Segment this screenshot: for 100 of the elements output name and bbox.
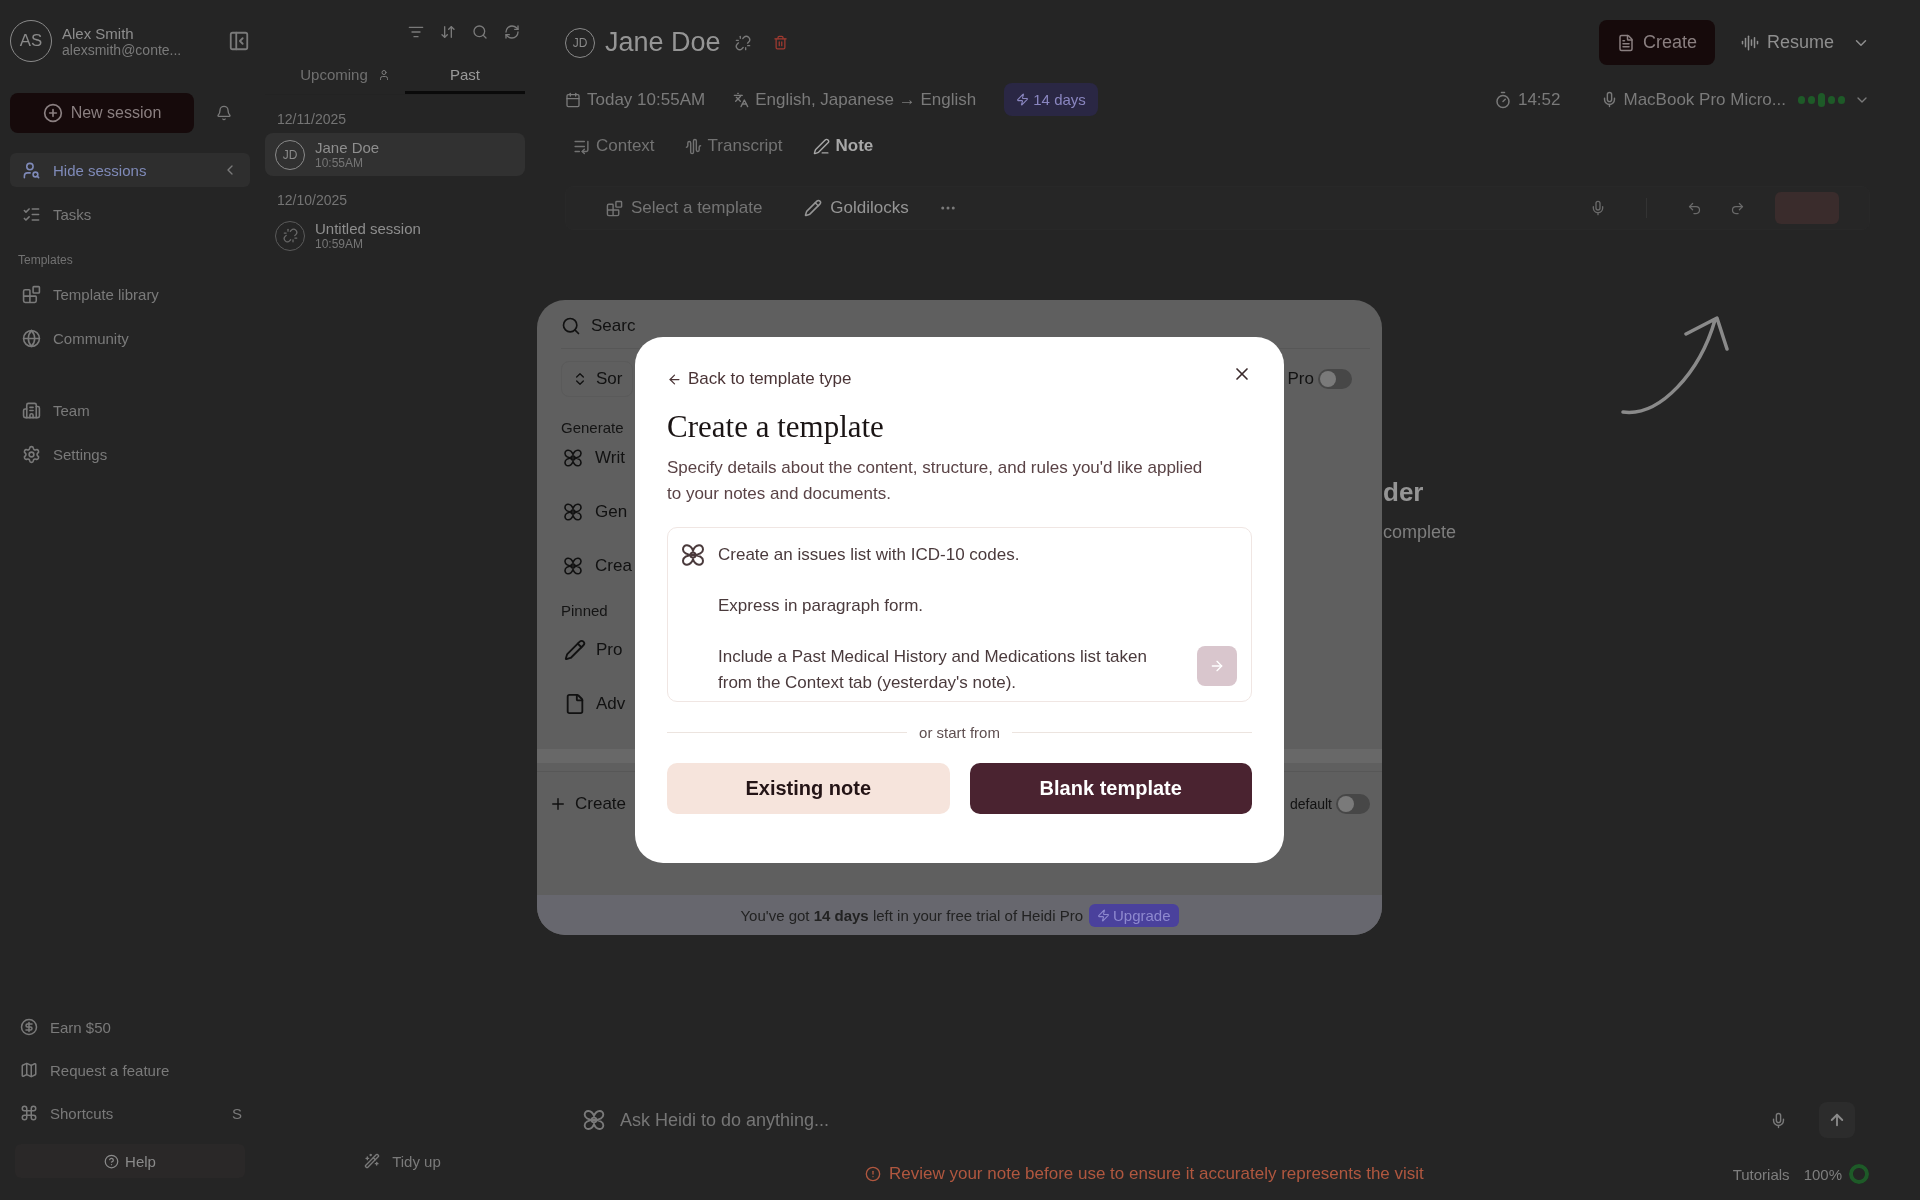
pro-toggle[interactable] xyxy=(1318,369,1352,389)
search-field[interactable]: Searc xyxy=(591,316,636,336)
template-select[interactable]: Select a template xyxy=(596,194,773,222)
tutorials-link[interactable]: Tutorials xyxy=(1732,1165,1790,1183)
dialog-title: Create a template xyxy=(667,409,885,445)
session-item[interactable]: JD Jane Doe 10:55AM xyxy=(265,133,525,176)
existing-note-button[interactable]: Existing note xyxy=(667,763,950,814)
resume-button[interactable]: Resume xyxy=(1728,20,1846,65)
blank-template-button[interactable]: Blank template xyxy=(969,763,1252,814)
section-heading: Generate xyxy=(561,419,624,436)
pen-icon xyxy=(812,137,830,155)
create-template-link[interactable]: Create xyxy=(575,794,627,814)
file-icon xyxy=(564,693,586,715)
account-name[interactable]: Alex Smith xyxy=(62,24,218,42)
language-setting[interactable]: English, Japanese → English xyxy=(733,89,977,110)
broken-link-icon[interactable] xyxy=(734,34,751,51)
microphone-icon[interactable] xyxy=(1590,200,1606,216)
timer-icon xyxy=(1493,90,1512,109)
send-button[interactable] xyxy=(1819,1102,1855,1138)
default-toggle[interactable] xyxy=(1336,794,1370,814)
arrow-right-icon xyxy=(1209,658,1225,674)
session-item[interactable]: Untitled session 10:59AM xyxy=(265,214,525,257)
sort-icon[interactable] xyxy=(440,24,456,40)
new-session-button[interactable]: New session xyxy=(10,93,194,133)
filter-icon[interactable] xyxy=(408,24,424,40)
session-tab[interactable]: Past xyxy=(405,58,525,94)
undo-icon[interactable] xyxy=(1687,200,1702,216)
nav-item[interactable]: Template library xyxy=(10,277,250,311)
shortcut-key: S xyxy=(232,1104,242,1122)
nav-item[interactable]: Hide sessions xyxy=(10,153,250,187)
pencil-icon xyxy=(804,199,823,217)
globe-icon xyxy=(22,328,41,348)
toggle-label: Pro xyxy=(1287,369,1314,389)
user-search-icon xyxy=(22,160,41,180)
map-icon xyxy=(20,1061,38,1079)
upgrade-button[interactable]: Upgrade xyxy=(1089,903,1179,927)
document-icon xyxy=(1616,33,1635,52)
note-tab[interactable]: Note xyxy=(804,130,882,162)
plus-icon xyxy=(549,795,567,813)
template-item[interactable]: Pro xyxy=(596,640,623,660)
search-icon xyxy=(561,316,581,336)
dialog-description: Specify details about the content, structure, and rules you'd like applied to your notes and documents. xyxy=(667,457,1204,505)
account-email: alexsmith@conte... xyxy=(62,41,183,58)
lightning-icon xyxy=(1016,93,1030,106)
back-link[interactable]: Back to template type xyxy=(667,369,852,389)
trial-badge: 14 days xyxy=(1004,83,1098,116)
pencil-icon xyxy=(564,639,586,661)
calendar-icon xyxy=(565,91,581,108)
microphone-select[interactable]: MacBook Pro Micro... xyxy=(1600,89,1786,110)
magic-wand-icon xyxy=(364,1153,381,1169)
session-tab[interactable]: Upcoming xyxy=(285,58,405,94)
divider-label: or start from xyxy=(919,724,1000,741)
settings-icon xyxy=(22,444,41,464)
session-date[interactable]: Today 10:55AM xyxy=(565,89,706,110)
session-title[interactable]: Jane Doe xyxy=(605,27,721,58)
tidy-up-button[interactable]: Tidy up xyxy=(280,1144,525,1178)
bell-icon[interactable] xyxy=(216,105,232,121)
help-icon xyxy=(104,1153,120,1169)
refresh-icon[interactable] xyxy=(504,24,520,40)
sort-button[interactable]: Sor xyxy=(561,361,634,397)
prompt-field[interactable]: Create an issues list with ICD-10 codes. Express in paragraph form. Include a Past Medical History and Medications list taken from the Context tab (yesterday's note). xyxy=(667,527,1252,702)
note-tab[interactable]: Context xyxy=(565,130,663,162)
template-item[interactable]: Gen xyxy=(595,502,628,522)
trash-icon[interactable] xyxy=(772,35,788,50)
create-button[interactable]: Create xyxy=(1598,20,1715,65)
date-heading: 12/10/2025 xyxy=(276,191,349,210)
empty-state-text: complete xyxy=(1383,522,1458,543)
ask-input[interactable]: Ask Heidi to do anything... xyxy=(618,1108,1760,1132)
lightning-icon xyxy=(1097,908,1110,922)
template-item[interactable]: Adv xyxy=(596,694,626,714)
section-heading: Pinned xyxy=(561,602,608,619)
sidebar-toggle-icon[interactable] xyxy=(228,30,250,52)
style-select[interactable]: Goldilocks xyxy=(794,194,919,222)
template-item[interactable]: Crea xyxy=(595,556,632,576)
nav-item[interactable]: Earn $50 xyxy=(10,1010,250,1044)
nav-item[interactable]: Shortcuts S xyxy=(10,1096,250,1130)
nav-item[interactable]: Team xyxy=(10,393,250,427)
disclaimer-text: Review your note before use to ensure it accurately represents the visit xyxy=(865,1164,1424,1184)
nav-item[interactable]: Community xyxy=(10,321,250,355)
audio-lines-icon xyxy=(1740,33,1759,52)
redo-icon[interactable] xyxy=(1730,200,1745,216)
nav-item[interactable]: Settings xyxy=(10,437,250,471)
plus-circle-icon xyxy=(42,103,63,123)
nav-item[interactable]: Tasks xyxy=(10,197,250,231)
note-tab[interactable]: Transcript xyxy=(676,130,791,162)
search-icon[interactable] xyxy=(472,24,488,40)
template-item[interactable]: Writ xyxy=(595,448,625,468)
trial-text: You've got 14 days left in your free trial of Heidi Pro xyxy=(740,906,1083,924)
toggle-label: default xyxy=(1289,796,1332,812)
broken-link-icon xyxy=(282,228,298,243)
person-icon xyxy=(377,68,390,81)
nav-item[interactable]: Request a feature xyxy=(10,1053,250,1087)
microphone-icon[interactable] xyxy=(1770,1111,1787,1129)
help-button[interactable]: Help xyxy=(15,1144,245,1178)
alert-icon xyxy=(865,1166,881,1182)
building-icon xyxy=(22,400,41,420)
translate-icon xyxy=(733,91,750,108)
dollar-icon xyxy=(20,1018,38,1036)
blocks-icon xyxy=(22,284,41,304)
timer: 14:52 xyxy=(1493,89,1561,110)
